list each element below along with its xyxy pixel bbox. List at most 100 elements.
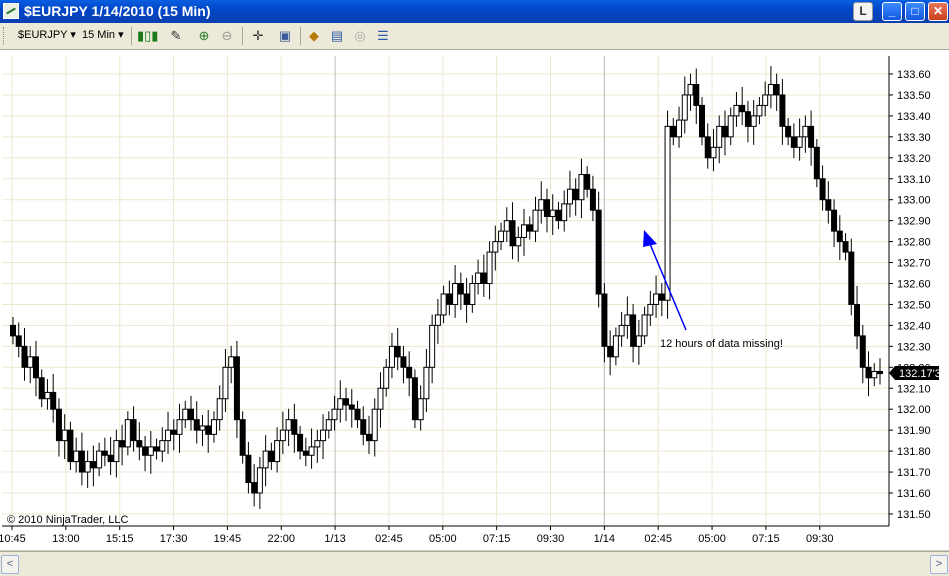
zoom-out-icon[interactable]: ⊖	[218, 27, 236, 45]
instrument-selector[interactable]: $EURJPY ▾	[18, 28, 76, 41]
x-tick-label: 1/14	[594, 533, 615, 545]
data-box-icon[interactable]: ▣	[276, 27, 294, 45]
candle-body	[618, 324, 625, 337]
candle-body	[601, 293, 608, 347]
candle-body	[107, 454, 114, 463]
candle-body	[773, 83, 780, 96]
candle-body	[687, 83, 694, 96]
candle-body	[423, 366, 430, 400]
candle-body	[733, 104, 740, 117]
candle-body	[716, 125, 723, 148]
candle-body	[27, 356, 34, 368]
annotation-arrowhead	[643, 230, 657, 247]
horizontal-scrollbar[interactable]: < >	[0, 551, 949, 576]
candle-body	[429, 324, 436, 368]
candle-body	[153, 446, 160, 452]
x-tick-label: 05:00	[429, 533, 457, 545]
candle-body	[561, 203, 568, 222]
candle-body	[176, 419, 183, 435]
candle-body	[538, 199, 545, 211]
toolbar-divider	[131, 27, 132, 45]
candle-body	[21, 345, 28, 368]
candle-body	[411, 377, 418, 421]
link-button[interactable]: L	[853, 2, 873, 21]
interval-selector[interactable]: 15 Min ▾	[82, 28, 124, 41]
candle-body	[647, 303, 654, 316]
candle-body	[302, 450, 309, 456]
candle-body	[440, 293, 447, 316]
maximize-button[interactable]: □	[905, 2, 925, 21]
candle-body	[314, 440, 321, 448]
candle-body	[739, 104, 746, 113]
x-tick-label: 10:45	[0, 533, 26, 545]
candle-body	[337, 398, 344, 410]
candle-body	[61, 429, 68, 442]
candle-body	[756, 104, 763, 117]
y-tick-label: 133.30	[897, 132, 931, 144]
candle-body	[205, 425, 212, 435]
zoom-in-icon[interactable]: ⊕	[195, 27, 213, 45]
candle-body	[871, 370, 878, 379]
price-chart[interactable]: 133.60 133.50 133.40 133.30 133.20 133.10 133.…	[0, 50, 949, 550]
candle-body	[532, 209, 539, 232]
candle-body	[308, 446, 315, 456]
candle-body	[274, 440, 281, 463]
candle-body	[239, 419, 246, 456]
minimize-button[interactable]: _	[882, 2, 902, 21]
y-tick-label: 131.80	[897, 446, 931, 458]
candle-body	[434, 314, 441, 326]
candle-body	[101, 450, 108, 456]
candle-body	[256, 467, 263, 494]
candle-body	[159, 440, 166, 452]
candle-body	[417, 398, 424, 421]
x-tick-label: 19:45	[214, 533, 242, 545]
candle-body	[498, 230, 505, 243]
candle-body	[124, 419, 131, 448]
properties-icon[interactable]: ◆	[305, 27, 323, 45]
y-tick-label: 132.70	[897, 258, 931, 270]
candle-body	[388, 345, 395, 368]
candle-body	[658, 293, 665, 301]
y-tick-label: 133.20	[897, 153, 931, 165]
candle-body	[635, 335, 642, 347]
scroll-right-icon[interactable]: >	[930, 555, 948, 574]
chart-app-icon	[3, 3, 19, 19]
candle-body	[486, 251, 493, 284]
candle-body	[762, 94, 769, 106]
candle-body	[245, 454, 252, 484]
scroll-left-icon[interactable]: <	[1, 555, 19, 574]
close-button[interactable]: ✕	[928, 2, 948, 21]
candle-body	[693, 83, 700, 106]
candle-body	[819, 178, 826, 201]
candle-body	[681, 94, 688, 121]
candle-body	[595, 209, 602, 295]
candle-body	[297, 433, 304, 452]
candle-body	[624, 314, 631, 326]
window-titlebar: $EURJPY 1/14/2010 (15 Min) L _ □ ✕	[0, 0, 949, 23]
y-tick-label: 132.00	[897, 404, 931, 416]
candlestick-icon[interactable]: ▮▯▮	[137, 27, 158, 45]
candle-body	[521, 224, 528, 238]
toolbar-grip[interactable]	[3, 27, 7, 45]
candle-body	[96, 450, 103, 469]
pencil-icon[interactable]: ✎	[167, 27, 185, 45]
candle-body	[394, 345, 401, 358]
candle-body	[365, 433, 372, 442]
chart-panel[interactable]: 133.60 133.50 133.40 133.30 133.20 133.10 133.…	[0, 50, 949, 550]
candle-body	[371, 408, 378, 442]
chart-trader-icon[interactable]: ▤	[328, 27, 346, 45]
candle-body	[589, 188, 596, 211]
candle-body	[877, 370, 883, 375]
candle-body	[802, 125, 809, 138]
y-tick-label: 132.50	[897, 299, 931, 311]
strategy-icon[interactable]: ◎	[351, 27, 369, 45]
crosshair-icon[interactable]: ✛	[249, 27, 267, 45]
x-tick-label: 07:15	[483, 533, 511, 545]
candle-body	[475, 272, 482, 284]
y-tick-label: 133.50	[897, 90, 931, 102]
data-series-icon[interactable]: ☰	[374, 27, 392, 45]
x-tick-label: 15:15	[106, 533, 134, 545]
toolbar-divider	[242, 27, 243, 45]
candle-body	[90, 461, 97, 469]
candle-body	[199, 425, 206, 431]
